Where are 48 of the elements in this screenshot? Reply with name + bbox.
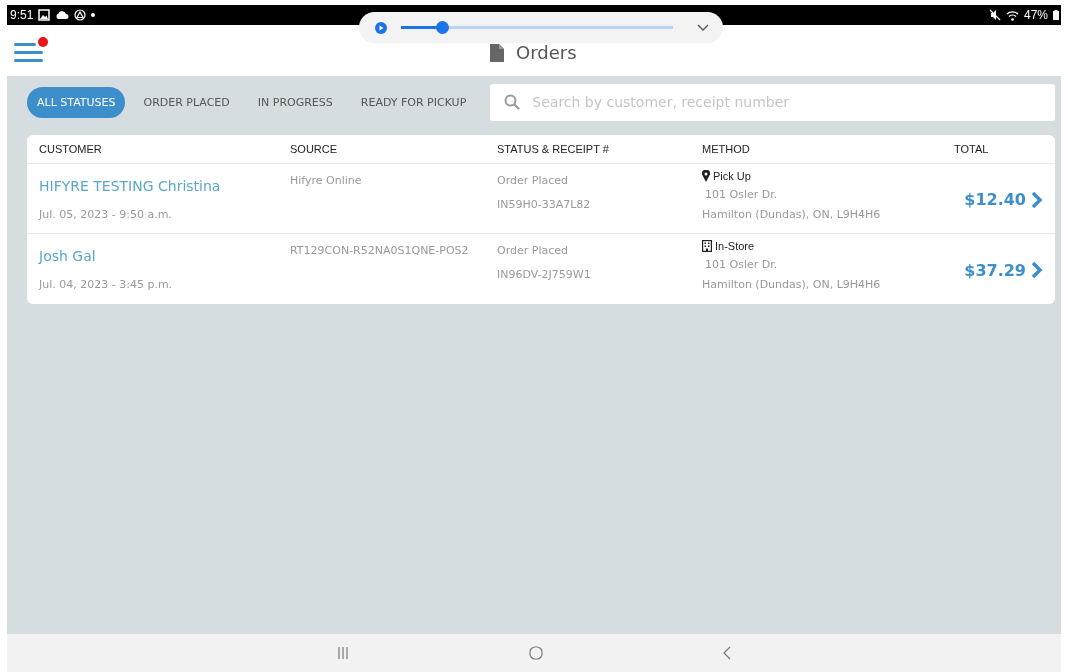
column-header: STATUS & RECEIPT # [497, 143, 610, 155]
receipt-number: IN59H0-33A7L82 [497, 198, 592, 212]
building-icon [702, 240, 712, 252]
column-header: TOTAL [954, 143, 989, 155]
chevron-right-icon [1031, 190, 1043, 209]
column-header: SOURCE [290, 143, 339, 155]
order-total: $37.29 [964, 260, 1026, 280]
column-header: CUSTOMER [39, 143, 103, 155]
location-pin-icon [702, 170, 710, 182]
search-field[interactable]: Search by customer, receipt number [530, 93, 1041, 111]
order-date: Jul. 04, 2023 - 3:45 p.m. [39, 278, 174, 292]
method-label: Pick Up [713, 170, 751, 182]
chevron-right-icon [1031, 261, 1043, 279]
battery-percent: 47% [1023, 8, 1048, 22]
address-line: 101 Osler Dr. [704, 258, 779, 272]
address-line: 101 Osler Dr. [704, 188, 779, 202]
search-icon [504, 94, 521, 110]
order-source: RT129CON-R52NA0S1QNE-POS2 [290, 244, 470, 258]
order-date: Jul. 05, 2023 - 9:50 a.m. [39, 208, 173, 222]
address-line: Hamilton (Dundas), ON, L9H4H6 [702, 208, 882, 222]
status-filter-tab[interactable]: READY FOR PICKUP [350, 86, 477, 118]
status-filter-tab[interactable]: ALL STATUSES [27, 86, 126, 118]
page-title: Orders [516, 42, 577, 63]
image-icon [38, 9, 51, 21]
dot-icon [91, 13, 96, 17]
chevron-down-icon [697, 23, 709, 32]
status-filter-tab[interactable]: IN PROGRESS [247, 86, 343, 118]
play-icon [375, 21, 387, 34]
mute-icon [988, 9, 1001, 21]
triangle-icon [74, 9, 87, 21]
order-status: Order Placed [497, 174, 569, 188]
status-filter-tab[interactable]: ORDER PLACED [133, 86, 240, 118]
address-line: Hamilton (Dundas), ON, L9H4H6 [702, 278, 882, 292]
cloud-icon [55, 10, 70, 20]
search-bar[interactable]: Search by customer, receipt number [490, 83, 1055, 121]
document-icon [490, 43, 504, 62]
back-icon [723, 646, 731, 660]
order-total: $12.40 [964, 190, 1026, 209]
method-label: In-Store [715, 240, 755, 252]
receipt-number: IN96DV-2J759W1 [497, 268, 592, 282]
recent-apps-icon [337, 646, 349, 660]
wifi-icon [1005, 9, 1019, 21]
column-header: METHOD [702, 143, 751, 155]
order-source: Hifyre Online [290, 174, 363, 188]
battery-icon [1053, 10, 1059, 20]
order-status: Order Placed [497, 244, 569, 258]
home-icon [529, 646, 543, 660]
clock: 9:51 [10, 8, 34, 22]
